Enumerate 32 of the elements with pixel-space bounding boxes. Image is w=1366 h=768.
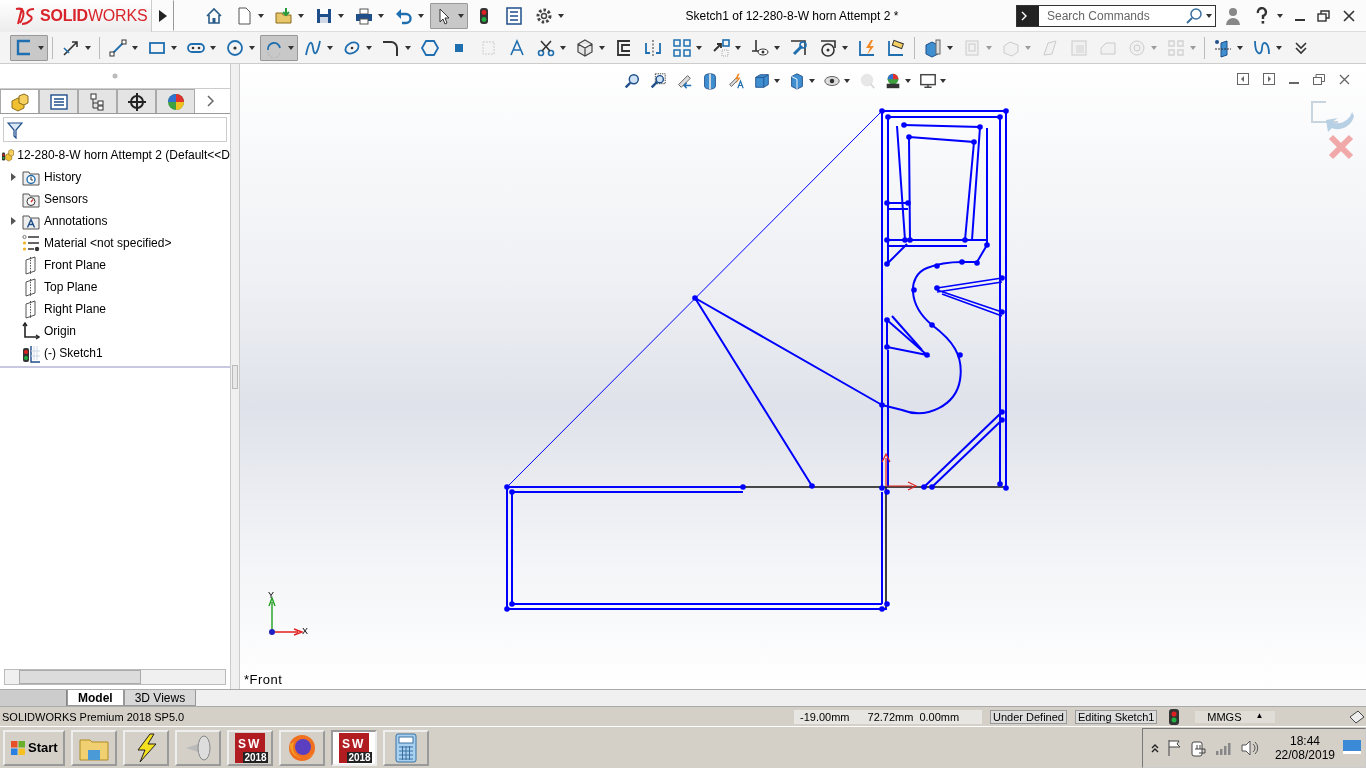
y-coordinate: 72.72mm xyxy=(867,710,914,723)
taskbar-button[interactable]: SW 2018 xyxy=(330,729,377,766)
tree-item[interactable]: Top Plane xyxy=(0,276,230,298)
units-arrow[interactable]: ▲ xyxy=(1255,710,1264,723)
search-bar[interactable]: Search Commands xyxy=(1016,4,1216,27)
tree-item[interactable]: (-) Sketch1 xyxy=(0,342,230,364)
tab[interactable]: Model xyxy=(67,690,124,706)
tree-item[interactable]: Annotations xyxy=(0,210,230,232)
tree-item[interactable]: Origin xyxy=(0,320,230,342)
view-label: *Front xyxy=(244,672,283,687)
editing-status: Editing Sketch1 xyxy=(1074,709,1158,724)
z-coordinate: 0.00mm xyxy=(919,710,960,723)
clock-time[interactable]: 18:44 xyxy=(1289,733,1320,748)
unit-system[interactable]: MMGS xyxy=(1207,710,1242,723)
search-field[interactable]: Search Commands xyxy=(1039,7,1185,24)
window-title: Sketch1 of 12-280-8-W horn Attempt 2 * xyxy=(684,8,900,23)
sketch-status: Under Defined xyxy=(990,709,1067,724)
axis-label: Y xyxy=(268,590,274,600)
tree-item[interactable]: Right Plane xyxy=(0,298,230,320)
start-button[interactable]: Start xyxy=(3,729,65,766)
clock-date[interactable]: 22/08/2019 xyxy=(1274,747,1335,762)
tree-item[interactable]: Sensors xyxy=(0,188,230,210)
tree-item[interactable]: Material <not specified> xyxy=(0,232,230,254)
axis-label: X xyxy=(302,626,308,636)
tab[interactable]: 3D Views xyxy=(123,690,197,706)
x-coordinate: -19.00mm xyxy=(800,710,850,723)
app-logo: SOLIDWORKS xyxy=(40,6,148,25)
tree-item[interactable]: 12-280-8-W horn Attempt 2 (Default<<D xyxy=(0,144,230,166)
tree-item[interactable]: History xyxy=(0,166,230,188)
product-version: SOLIDWORKS Premium 2018 SP5.0 xyxy=(1,710,186,723)
tree-item[interactable]: Front Plane xyxy=(0,254,230,276)
taskbar-button[interactable]: SW 2018 xyxy=(226,729,273,766)
